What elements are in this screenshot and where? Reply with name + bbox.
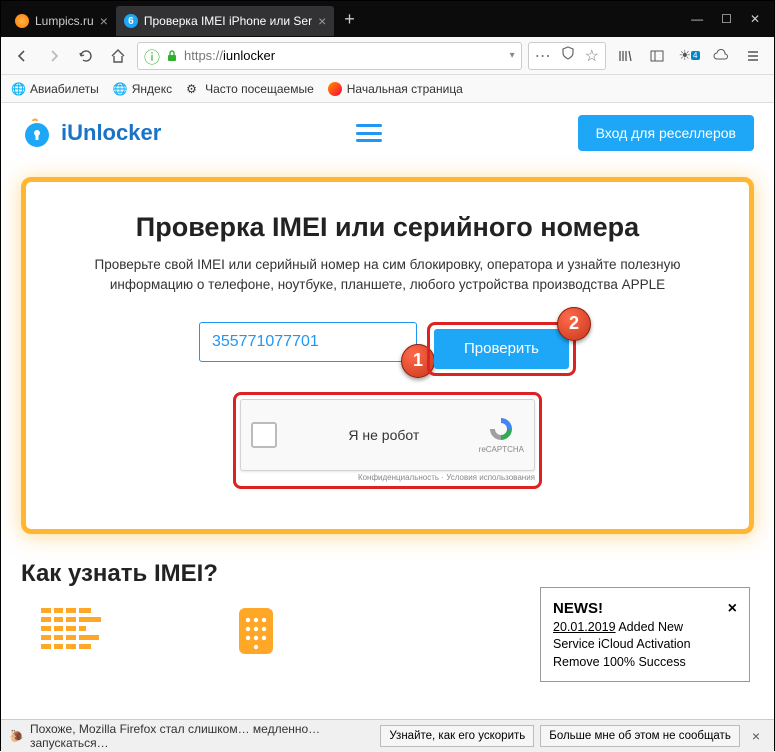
snail-icon: 🐌 — [9, 729, 24, 743]
check-button[interactable]: Проверить — [434, 329, 569, 369]
status-message: 🐌 Похоже, Mozilla Firefox стал слишком… … — [9, 722, 374, 750]
status-dismiss-button[interactable]: Больше мне об этом не сообщать — [540, 725, 740, 747]
cloud-icon[interactable] — [708, 43, 734, 69]
maximize-icon[interactable]: ☐ — [721, 12, 732, 26]
page-actions-icon[interactable]: ⋯ — [535, 46, 551, 66]
home-button[interactable] — [105, 43, 131, 69]
tab-close-icon[interactable]: × — [100, 13, 108, 29]
check-button-highlight: Проверить 2 — [427, 322, 576, 376]
lock-icon — [164, 48, 180, 64]
recaptcha-brand: reCAPTCHA — [479, 415, 524, 454]
bookmark-yandex[interactable]: 🌐Яндекс — [113, 82, 172, 96]
tab-favicon-iunlocker: 6 — [124, 14, 138, 28]
captcha-row: Я не робот reCAPTCHA Конфиденциальность … — [56, 392, 719, 489]
imei-check-panel: Проверка IMEI или серийного номера Прове… — [21, 177, 754, 534]
bookmarks-bar: 🌐Авиабилеты 🌐Яндекс ⚙Часто посещаемые На… — [1, 75, 774, 103]
logo-icon — [21, 117, 53, 149]
recaptcha-widget[interactable]: Я не робот reCAPTCHA — [240, 399, 535, 471]
dropdown-icon[interactable]: ▾ — [510, 50, 515, 61]
forward-button[interactable] — [41, 43, 67, 69]
captcha-highlight: Я не робот reCAPTCHA Конфиденциальность … — [233, 392, 542, 489]
globe-icon: 🌐 — [11, 82, 25, 96]
hamburger-menu-icon[interactable] — [356, 124, 382, 142]
status-close-icon[interactable]: × — [746, 728, 766, 744]
tab-lumpics[interactable]: Lumpics.ru × — [7, 6, 116, 36]
browser-statusbar: 🐌 Похоже, Mozilla Firefox стал слишком… … — [1, 719, 774, 752]
weather-icon[interactable]: ☀4 — [676, 43, 702, 69]
url-text: https://iunlocker — [184, 48, 506, 63]
firefox-icon — [328, 82, 342, 96]
close-window-icon[interactable]: ✕ — [750, 12, 760, 26]
recaptcha-checkbox[interactable] — [251, 422, 277, 448]
toolbar-right: ⋯ ☆ — [528, 42, 606, 70]
sidebar-icon[interactable] — [644, 43, 670, 69]
minimize-icon[interactable]: — — [691, 12, 703, 26]
barcode-icon — [41, 606, 111, 652]
tab-title: Проверка IMEI iPhone или Ser — [144, 14, 312, 28]
reseller-login-button[interactable]: Вход для реселлеров — [578, 115, 754, 151]
back-button[interactable] — [9, 43, 35, 69]
recaptcha-logo-icon — [487, 415, 515, 443]
tab-iunlocker[interactable]: 6 Проверка IMEI iPhone или Ser × — [116, 6, 334, 36]
recaptcha-label: Я не робот — [289, 427, 479, 443]
news-close-icon[interactable]: × — [728, 598, 737, 620]
news-date: 20.01.2019 — [553, 620, 616, 634]
shield-icon[interactable] — [561, 46, 575, 65]
site-header: iUnlocker Вход для реселлеров — [1, 103, 774, 163]
star-icon[interactable]: ☆ — [585, 46, 599, 66]
logo-text: iUnlocker — [61, 120, 161, 146]
status-speedup-button[interactable]: Узнайте, как его ускорить — [380, 725, 534, 747]
logo[interactable]: iUnlocker — [21, 117, 161, 149]
menu-icon[interactable] — [740, 43, 766, 69]
tab-title: Lumpics.ru — [35, 14, 94, 28]
news-title: NEWS! — [553, 600, 603, 617]
globe-icon: 🌐 — [113, 82, 127, 96]
recaptcha-terms: Конфиденциальность · Условия использован… — [240, 473, 535, 482]
site-info-icon[interactable]: ⓘ — [144, 48, 160, 64]
form-row: 1 Проверить 2 — [56, 322, 719, 376]
window-controls: — ☐ ✕ — [691, 12, 768, 26]
bookmark-frequent[interactable]: ⚙Часто посещаемые — [186, 82, 314, 96]
tab-favicon-lumpics — [15, 14, 29, 28]
news-box: × NEWS! 20.01.2019 Added New Service iCl… — [540, 587, 750, 683]
page-subtitle: Проверьте свой IMEI или серийный номер н… — [56, 255, 719, 296]
library-icon[interactable] — [612, 43, 638, 69]
reload-button[interactable] — [73, 43, 99, 69]
bookmark-aviatickets[interactable]: 🌐Авиабилеты — [11, 82, 99, 96]
annotation-badge-2: 2 — [557, 307, 591, 341]
page-title: Проверка IMEI или серийного номера — [56, 212, 719, 243]
imei-input[interactable] — [199, 322, 417, 362]
new-tab-button[interactable]: + — [334, 9, 365, 30]
page-content: iUnlocker Вход для реселлеров Проверка I… — [1, 103, 774, 719]
browser-toolbar: ⓘ https://iunlocker ▾ ⋯ ☆ ☀4 — [1, 37, 774, 75]
phone-dialpad-icon — [231, 606, 281, 656]
gear-icon: ⚙ — [186, 82, 200, 96]
bookmark-startpage[interactable]: Начальная страница — [328, 82, 463, 96]
tab-close-icon[interactable]: × — [318, 13, 326, 29]
section-title: Как узнать IMEI? — [21, 560, 754, 588]
browser-titlebar: Lumpics.ru × 6 Проверка IMEI iPhone или … — [1, 1, 774, 37]
address-bar[interactable]: ⓘ https://iunlocker ▾ — [137, 42, 522, 70]
